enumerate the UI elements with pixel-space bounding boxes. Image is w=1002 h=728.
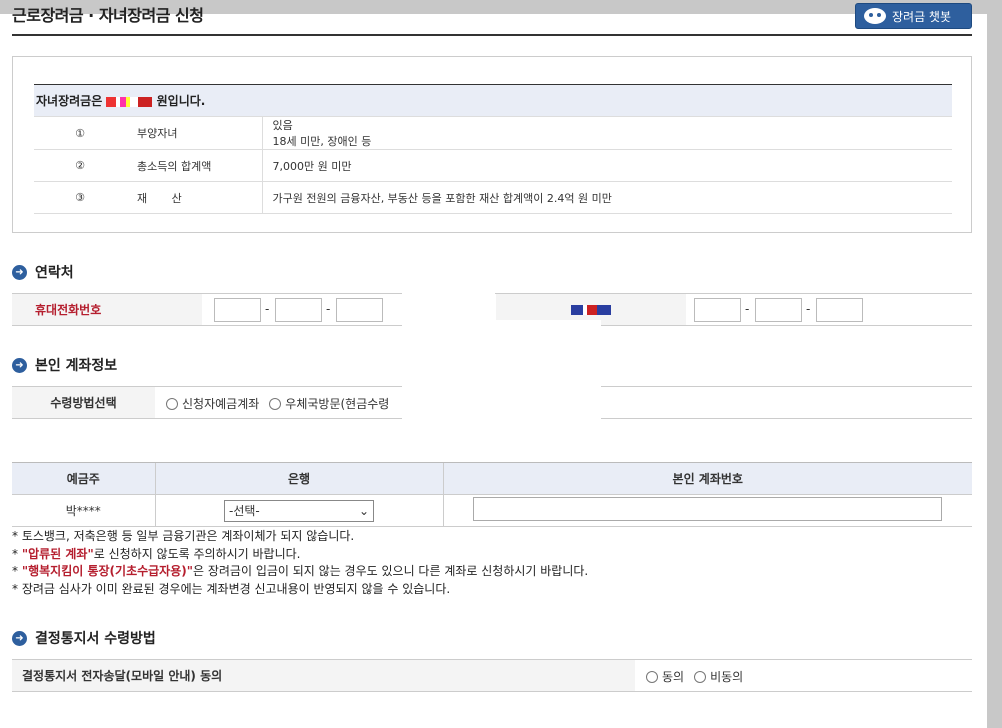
chevron-down-icon: ⌄ <box>358 503 369 518</box>
phone-part3-input[interactable] <box>816 298 863 322</box>
row-value: 가구원 전원의 금융자산, 부동산 등을 포함한 재산 합계액이 2.4억 원 … <box>261 181 952 214</box>
chatbot-button-label: 장려금 챗봇 <box>892 9 952 24</box>
arrow-right-icon: ➜ <box>12 630 27 646</box>
table-row: ③ 재 산 가구원 전원의 금융자산, 부동산 등을 포함한 재산 합계액이 2… <box>34 181 952 214</box>
radio-consent-no[interactable]: 비동의 <box>694 668 743 685</box>
row-value-line: 18세 미만, 장애인 등 <box>272 135 372 148</box>
account-header-row: 예금주 은행 본인 계좌번호 <box>12 462 972 495</box>
row-label: 재 산 <box>126 181 262 214</box>
note-line: * 장려금 심사가 이미 완료된 경우에는 계좌변경 신고내용이 반영되지 않을… <box>12 581 451 596</box>
eligibility-info-box: 자녀장려금은 원입니다. ① 부양자녀 있음 18세 미만, 장애인 등 ② 총… <box>12 56 972 233</box>
redacted-label <box>571 304 611 315</box>
arrow-right-icon: ➜ <box>12 264 27 280</box>
radio-label: 신청자예금계좌 <box>182 397 260 411</box>
note-star: * <box>12 546 22 561</box>
radio-consent-yes[interactable]: 동의 <box>646 668 684 685</box>
consent-options: 동의 비동의 <box>646 668 743 685</box>
col-holder: 예금주 <box>12 462 155 495</box>
row-number: ① <box>34 116 126 150</box>
account-table: 예금주 은행 본인 계좌번호 박**** -선택- ⌄ <box>12 462 972 527</box>
mobile-label: 휴대전화번호 <box>12 294 202 325</box>
consent-label: 결정통지서 전자송달(모바일 안내) 동의 <box>12 660 635 691</box>
overlay-patch <box>495 320 601 458</box>
bank-select[interactable]: -선택- ⌄ <box>224 499 374 522</box>
eligibility-table: 자녀장려금은 원입니다. ① 부양자녀 있음 18세 미만, 장애인 등 ② 총… <box>34 84 952 214</box>
account-number-input[interactable] <box>473 497 943 521</box>
account-number-cell <box>442 494 972 527</box>
decision-section-heading: ➜ 결정통지서 수령방법 <box>12 628 156 648</box>
dash: - <box>326 302 331 316</box>
section-title: 연락처 <box>35 265 74 281</box>
account-section-heading: ➜ 본인 계좌정보 <box>12 355 117 375</box>
radio-own-account[interactable]: 신청자예금계좌 <box>166 395 259 412</box>
radio-icon <box>166 397 178 410</box>
col-bank: 은행 <box>154 462 443 495</box>
note-line: * "압류된 계좌"로 신청하지 않도록 주의하시기 바랍니다. <box>12 546 588 564</box>
dash: - <box>745 302 750 316</box>
account-input-row: 박**** -선택- ⌄ <box>12 494 972 527</box>
radio-label: 우체국방문(현금수령 <box>285 397 390 411</box>
row-value: 있음 18세 미만, 장애인 등 <box>261 116 952 150</box>
page-title: 근로장려금 · 자녀장려금 신청 <box>12 6 204 25</box>
radio-icon <box>269 397 282 410</box>
overlay-patch <box>402 292 495 458</box>
decision-consent-row: 결정통지서 전자송달(모바일 안내) 동의 동의 비동의 <box>12 659 972 692</box>
mobile-part2-input[interactable] <box>275 298 322 322</box>
eligibility-summary-row: 자녀장려금은 원입니다. <box>34 84 952 117</box>
table-row: ② 총소득의 합계액 7,000만 원 미만 <box>34 149 952 182</box>
row-label: 부양자녀 <box>126 116 262 150</box>
bank-cell: -선택- ⌄ <box>154 494 443 527</box>
summary-suffix: 원입니다. <box>156 94 206 108</box>
receipt-method-options: 신청자예금계좌 우체국방문(현금수령 <box>166 395 389 412</box>
phone-part1-input[interactable] <box>694 298 741 322</box>
col-account-number: 본인 계좌번호 <box>442 462 972 495</box>
radio-label: 동의 <box>662 670 685 684</box>
arrow-right-icon: ➜ <box>12 357 27 373</box>
section-title: 본인 계좌정보 <box>35 358 118 374</box>
contact-section-heading: ➜ 연락처 <box>12 262 74 282</box>
note-warning: "압류된 계좌" <box>21 546 94 561</box>
chatbot-icon <box>864 8 886 24</box>
note-text: 로 신청하지 않도록 주의하시기 바랍니다. <box>93 546 301 561</box>
summary-prefix: 자녀장려금은 <box>36 94 107 108</box>
note-warning: "행복지킴이 통장(기초수급자용)" <box>21 564 193 578</box>
row-value-line: 있음 <box>272 119 293 132</box>
receipt-method-label: 수령방법선택 <box>12 387 155 418</box>
row-label: 총소득의 합계액 <box>126 149 262 182</box>
note-line: * "행복지킴이 통장(기초수급자용)"은 장려금이 입금이 되지 않는 경우도… <box>12 563 588 581</box>
bank-select-value: -선택- <box>229 504 260 518</box>
row-number: ② <box>34 149 126 182</box>
radio-icon <box>646 670 658 683</box>
account-notes: * 토스뱅크, 저축은행 등 일부 금융기관은 계좌이체가 되지 않습니다. *… <box>12 528 588 598</box>
mobile-part3-input[interactable] <box>336 298 383 322</box>
row-value: 7,000만 원 미만 <box>261 149 952 182</box>
dash: - <box>806 302 811 316</box>
radio-icon <box>694 670 707 683</box>
redacted-amount <box>106 96 153 107</box>
row-number: ③ <box>34 181 126 214</box>
mobile-part1-input[interactable] <box>214 298 261 322</box>
holder-value: 박**** <box>12 494 155 527</box>
table-row: ① 부양자녀 있음 18세 미만, 장애인 등 <box>34 116 952 150</box>
phone-part2-input[interactable] <box>755 298 802 322</box>
section-title: 결정통지서 수령방법 <box>35 631 156 647</box>
note-star: * <box>12 564 22 578</box>
chatbot-button[interactable]: 장려금 챗봇 <box>855 3 972 29</box>
title-divider <box>12 34 972 36</box>
radio-post-office[interactable]: 우체국방문(현금수령 <box>269 395 389 412</box>
dash: - <box>265 302 270 316</box>
radio-label: 비동의 <box>710 670 744 684</box>
note-line: * 토스뱅크, 저축은행 등 일부 금융기관은 계좌이체가 되지 않습니다. <box>12 529 355 543</box>
note-text: 은 장려금이 입금이 되지 않는 경우도 있으니 다른 계좌로 신청하시기 바랍… <box>193 564 589 578</box>
